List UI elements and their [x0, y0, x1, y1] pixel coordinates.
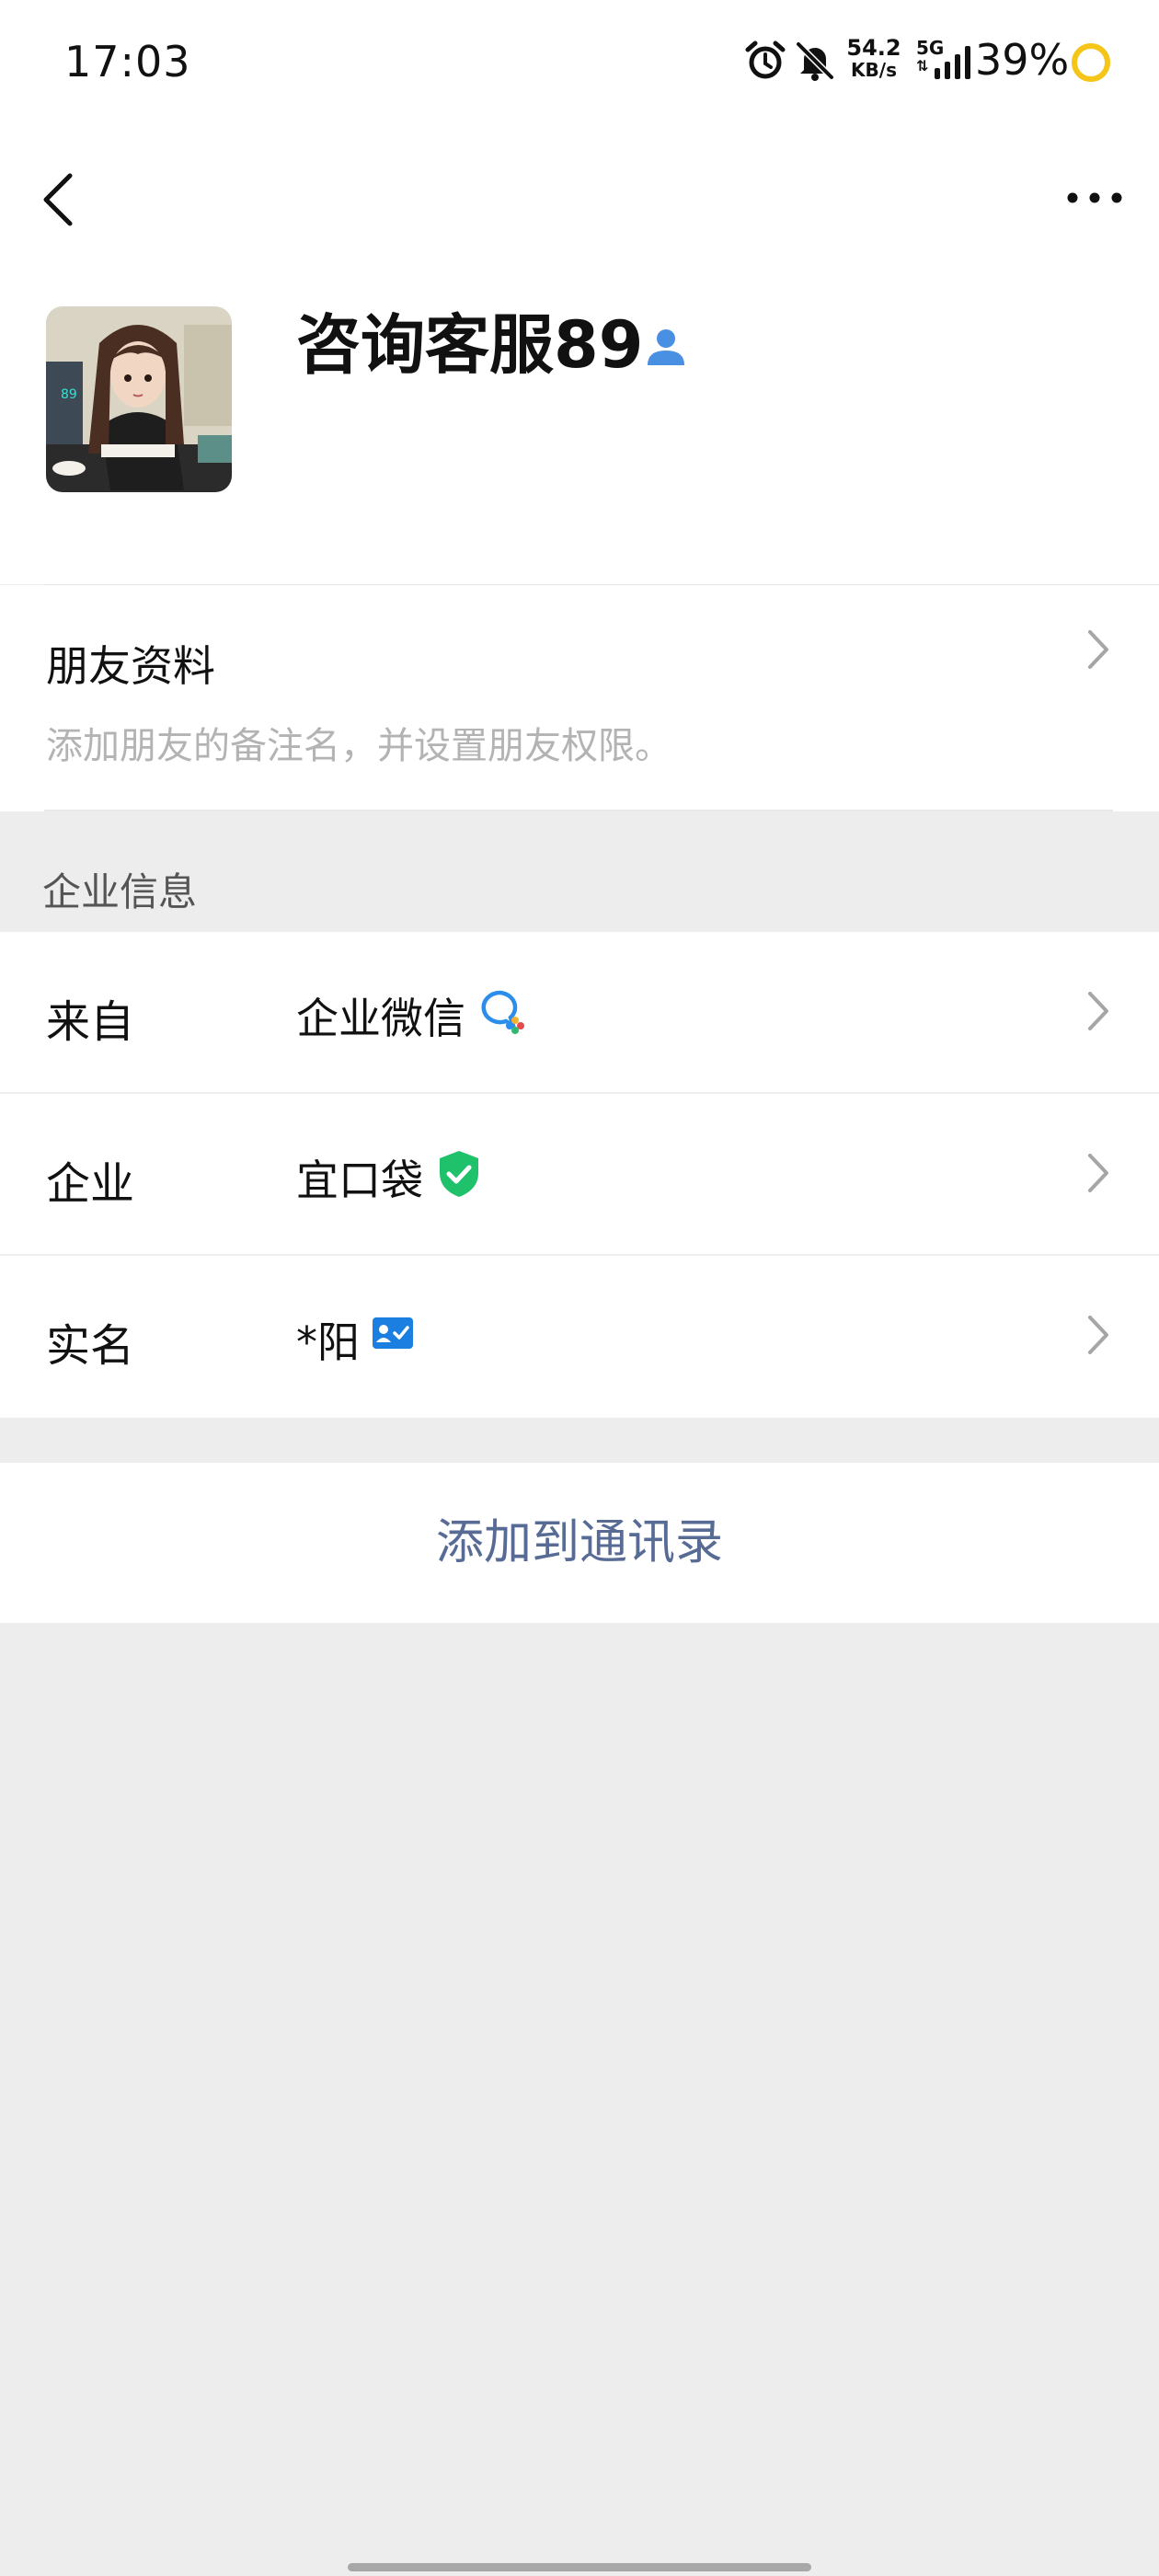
- back-button[interactable]: [33, 161, 88, 235]
- row-enterprise[interactable]: 企业 宜口袋: [0, 1094, 1159, 1256]
- home-indicator[interactable]: [348, 2563, 811, 2571]
- net-speed: 54.2 KB/s: [846, 35, 901, 81]
- row-label: 企业: [46, 1158, 135, 1210]
- row-value: *阳: [296, 1317, 360, 1367]
- chevron-right-icon: [1088, 992, 1108, 1030]
- row-value: 宜口袋: [296, 1156, 423, 1205]
- alarm-icon: [743, 39, 787, 86]
- avatar-number: 89: [61, 387, 77, 402]
- row-label: 实名: [46, 1320, 135, 1372]
- add-to-contacts-button[interactable]: 添加到通讯录: [0, 1463, 1159, 1623]
- verified-shield-icon: [436, 1149, 482, 1202]
- row-from[interactable]: 来自 企业微信: [0, 932, 1159, 1094]
- chevron-left-icon: [43, 173, 73, 226]
- status-icons: 54.2 KB/s 5G ⇅ 39%: [699, 33, 1159, 92]
- id-card-icon: [372, 1317, 414, 1353]
- more-dots-icon: [1067, 192, 1122, 203]
- chevron-right-icon: [1088, 1154, 1108, 1192]
- signal-icon: [935, 46, 973, 83]
- friend-info-row[interactable]: 朋友资料 添加朋友的备注名，并设置朋友权限。: [0, 585, 1159, 811]
- battery-ring-icon: [1069, 40, 1113, 88]
- contact-name: 咨询客服89: [296, 307, 644, 383]
- bell-off-icon: [793, 39, 837, 86]
- page: 17:03 54.2 KB/s 5G ⇅ 39% 89 咨询客服89 朋友资料 …: [0, 0, 1159, 2576]
- chevron-right-icon: [1088, 1316, 1108, 1354]
- status-bar: 17:03 54.2 KB/s 5G ⇅ 39%: [0, 0, 1159, 124]
- status-time: 17:03: [64, 37, 191, 86]
- row-label: 来自: [46, 996, 135, 1048]
- avatar[interactable]: 89: [46, 306, 232, 492]
- profile-header: 89 咨询客服89: [0, 124, 1159, 585]
- battery-percent: 39%: [975, 35, 1070, 85]
- enterprise-section-label: 企业信息: [42, 869, 198, 914]
- wecom-icon: [478, 987, 526, 1039]
- person-icon: [644, 325, 688, 373]
- divider: [44, 810, 1113, 811]
- more-button[interactable]: [1058, 179, 1131, 216]
- data-arrows-icon: ⇅: [916, 57, 929, 75]
- friend-info-title: 朋友资料: [46, 641, 215, 691]
- chevron-right-icon: [1088, 630, 1108, 669]
- add-to-contacts-label: 添加到通讯录: [435, 1515, 723, 1570]
- row-real-name[interactable]: 实名 *阳: [0, 1256, 1159, 1418]
- enterprise-info-list: 来自 企业微信 企业 宜口袋 实名 *阳: [0, 932, 1159, 1418]
- row-value: 企业微信: [296, 994, 465, 1043]
- friend-info-description: 添加朋友的备注名，并设置朋友权限。: [46, 725, 671, 767]
